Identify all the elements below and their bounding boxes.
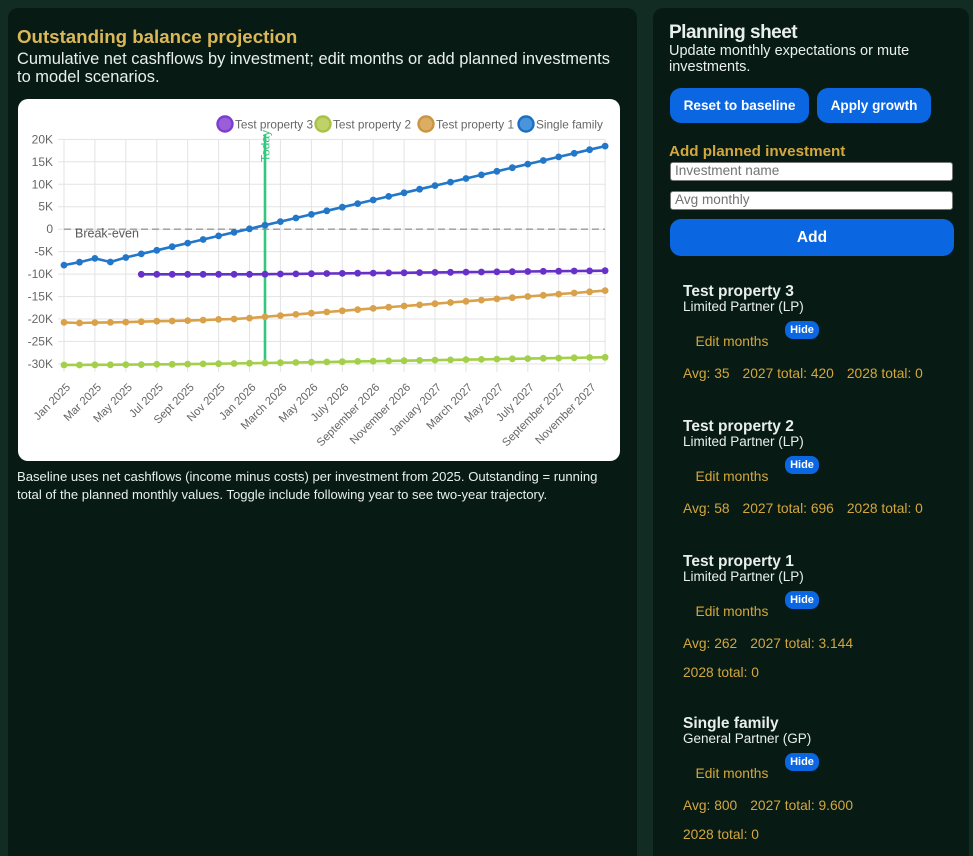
svg-text:Today: Today (259, 130, 273, 162)
svg-text:-5K: -5K (34, 245, 53, 259)
svg-text:-20K: -20K (28, 312, 53, 326)
svg-text:10K: 10K (32, 177, 53, 191)
svg-text:Break-even: Break-even (75, 227, 139, 241)
svg-text:20K: 20K (32, 132, 53, 146)
svg-text:-15K: -15K (28, 290, 53, 304)
svg-text:Test property 3: Test property 3 (235, 118, 313, 132)
svg-text:-10K: -10K (28, 267, 53, 281)
svg-text:Test property 1: Test property 1 (436, 118, 514, 132)
svg-text:Single family: Single family (536, 118, 603, 132)
svg-text:-30K: -30K (28, 357, 53, 371)
svg-text:15K: 15K (32, 155, 53, 169)
svg-text:0: 0 (46, 222, 53, 236)
svg-text:-25K: -25K (28, 334, 53, 348)
svg-text:Test property 2: Test property 2 (333, 118, 411, 132)
svg-text:5K: 5K (38, 200, 53, 214)
